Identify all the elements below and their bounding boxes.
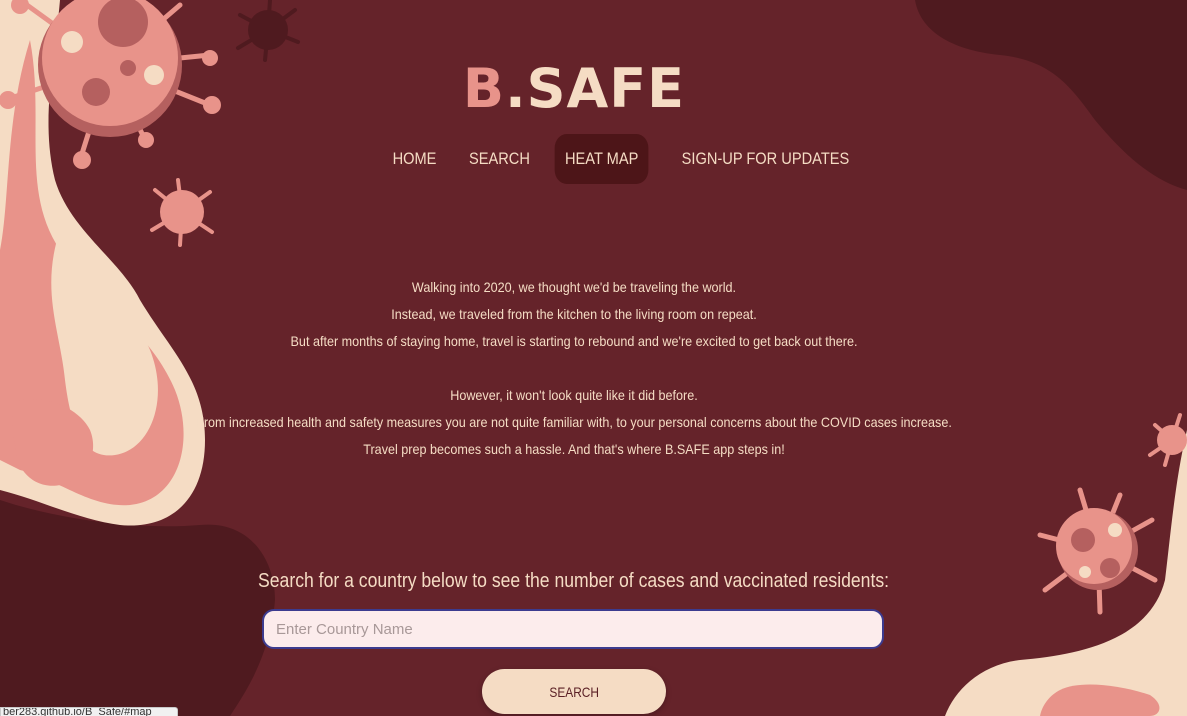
nav-search[interactable]: SEARCH	[459, 134, 541, 184]
nav-home[interactable]: HOME	[382, 134, 447, 184]
intro-line: From increased health and safety measure…	[196, 414, 952, 430]
nav-sign-up[interactable]: SIGN-UP FOR UPDATES	[672, 134, 860, 184]
intro-line: However, it won't look quite like it did…	[450, 387, 698, 403]
intro-spacer	[0, 355, 1148, 382]
search-button[interactable]: SEARCH	[482, 669, 666, 714]
brand-logo-b: B	[462, 57, 506, 120]
intro-text: Walking into 2020, we thought we'd be tr…	[0, 274, 1148, 463]
nav-heat-map[interactable]: HEAT MAP	[554, 134, 649, 184]
intro-line: Walking into 2020, we thought we'd be tr…	[411, 279, 737, 295]
status-bar-url: ber283.github.io/B_Safe/#map	[0, 707, 178, 716]
search-button-label: SEARCH	[549, 683, 599, 700]
intro-line: But after months of staying home, travel…	[290, 333, 858, 349]
brand-logo-safe: .SAFE	[505, 57, 686, 120]
main-nav: HOME SEARCH HEAT MAP SIGN-UP FOR UPDATES	[377, 133, 875, 185]
brand-logo: B.SAFE	[0, 58, 1148, 120]
search-prompt: Search for a country below to see the nu…	[0, 566, 1148, 596]
intro-line: Instead, we traveled from the kitchen to…	[391, 306, 757, 322]
country-search-input[interactable]	[262, 609, 884, 649]
search-prompt-text: Search for a country below to see the nu…	[258, 570, 890, 592]
intro-line: Travel prep becomes such a hassle. And t…	[363, 441, 785, 457]
